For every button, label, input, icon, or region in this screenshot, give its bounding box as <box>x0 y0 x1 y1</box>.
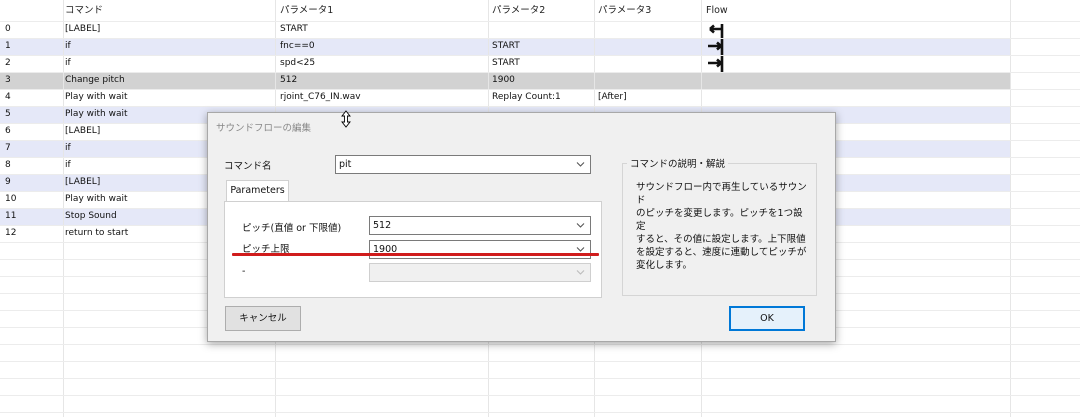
row-param3 <box>598 38 696 55</box>
annotation-underline <box>232 253 599 256</box>
row-param1: START <box>280 24 308 34</box>
cancel-button[interactable]: キャンセル <box>225 306 301 331</box>
row-param1: fnc==0 <box>280 41 315 51</box>
grid-row-divider <box>0 395 1080 396</box>
row-index: 9 <box>5 177 11 187</box>
row-index: 12 <box>5 228 17 238</box>
header-param3[interactable]: パラメータ3 <box>598 0 651 21</box>
pitch-value-select[interactable]: 512 <box>369 216 591 235</box>
chevron-down-icon <box>576 223 585 228</box>
row-command: Change pitch <box>65 75 125 85</box>
row-command: Play with wait <box>65 92 128 102</box>
pitch-value-label: ピッチ(直値 or 下限値) <box>242 223 342 234</box>
arrow-right-icon <box>708 38 724 55</box>
row-param2: START <box>492 41 520 51</box>
command-name-label: コマンド名 <box>224 161 272 172</box>
row-index: 8 <box>5 160 11 170</box>
row-index: 5 <box>5 109 11 119</box>
row-index: 0 <box>5 24 11 34</box>
row-index: 1 <box>5 41 11 51</box>
param3-label: - <box>242 266 246 277</box>
row-index: 2 <box>5 58 11 68</box>
param3-select <box>369 263 591 282</box>
grid-row-divider <box>0 412 1080 413</box>
row-param3: [After] <box>598 92 627 102</box>
row-index: 7 <box>5 143 11 153</box>
pitch-value: 512 <box>373 220 392 231</box>
table-row[interactable]: 3 Change pitch 512 1900 <box>0 72 1010 89</box>
row-param1: 512 <box>280 75 298 85</box>
row-param3 <box>598 21 696 38</box>
arrow-left-icon <box>709 24 724 38</box>
grid-row-divider <box>0 21 1080 22</box>
header-flow[interactable]: Flow <box>706 0 728 21</box>
grid-row-divider <box>0 55 1080 56</box>
description-title: コマンドの説明・解説 <box>627 156 729 170</box>
row-index: 11 <box>5 211 17 221</box>
grid-row-divider <box>0 106 1080 107</box>
row-command: if <box>65 41 71 51</box>
table-row[interactable]: 1 if fnc==0 START <box>0 38 1010 55</box>
grid-row-divider <box>0 89 1080 90</box>
resize-cursor-icon <box>341 110 351 128</box>
row-param2: Replay Count:1 <box>492 92 561 102</box>
pitch-upper-select[interactable]: 1900 <box>369 240 591 259</box>
table-row[interactable]: 2 if spd<25 START <box>0 55 1010 72</box>
row-param1: spd<25 <box>280 58 316 68</box>
command-name-value: pit <box>339 159 352 170</box>
row-param2: START <box>492 58 520 68</box>
row-param3 <box>598 55 696 72</box>
chevron-down-icon <box>576 270 585 275</box>
table-row[interactable]: 4 Play with wait rjoint_C76_IN.wav Replay C… <box>0 89 1010 106</box>
grid-row-divider <box>0 378 1080 379</box>
ok-button[interactable]: OK <box>729 306 805 331</box>
row-param2 <box>492 21 594 38</box>
header-command[interactable]: コマンド <box>65 0 103 21</box>
header-param1[interactable]: パラメータ1 <box>280 0 333 21</box>
chevron-down-icon <box>576 247 585 252</box>
description-text: サウンドフロー内で再生しているサウンド のピッチを変更します。ピッチを1つ設定 … <box>636 182 807 271</box>
row-index: 3 <box>5 75 11 85</box>
grid-row-divider <box>0 72 1080 73</box>
row-param3 <box>598 72 696 89</box>
row-param2: 1900 <box>492 75 515 85</box>
arrow-right-icon <box>708 55 724 72</box>
grid-row-divider <box>0 361 1080 362</box>
header-param2[interactable]: パラメータ2 <box>492 0 545 21</box>
row-param1: rjoint_C76_IN.wav <box>280 92 361 102</box>
grid-row-divider <box>0 344 1080 345</box>
tab-parameters[interactable]: Parameters <box>226 180 289 201</box>
grid-row-divider <box>0 38 1080 39</box>
dialog-title: サウンドフローの編集 <box>216 123 312 134</box>
row-index: 6 <box>5 126 11 136</box>
command-name-select[interactable]: pit <box>335 155 591 174</box>
row-command: [LABEL] <box>65 24 101 34</box>
row-index: 4 <box>5 92 11 102</box>
row-index: 10 <box>5 194 17 204</box>
chevron-down-icon <box>576 162 585 167</box>
sound-flow-edit-dialog: サウンドフローの編集 コマンド名 pit Parameters ピッチ(直値 o… <box>207 112 836 342</box>
table-row[interactable]: 0 [LABEL] START <box>0 21 1010 38</box>
row-command: if <box>65 58 71 68</box>
